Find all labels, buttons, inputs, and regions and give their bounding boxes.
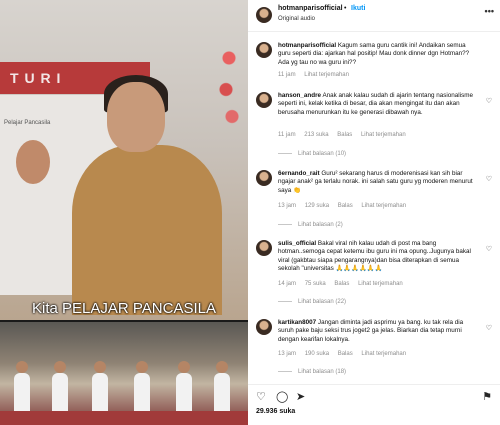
translate-link[interactable]: Lihat terjemahan: [361, 203, 406, 209]
avatar[interactable]: [256, 7, 272, 23]
separator-dot: •: [344, 5, 347, 12]
comment-likes[interactable]: 75 suka: [305, 281, 326, 287]
comment-username[interactable]: hanson_andre: [278, 92, 321, 99]
comment-text: sulis_official Bakal viral nih kalau uda…: [278, 240, 478, 274]
post-detail-panel: hotmanparisofficial • Ikuti Original aud…: [248, 0, 500, 425]
comment-username[interactable]: 6ernando_rait: [278, 170, 320, 177]
share-icon[interactable]: ➤: [296, 390, 305, 403]
more-horizontal-icon[interactable]: •••: [485, 6, 494, 16]
avatar[interactable]: [256, 42, 272, 58]
comment-time: 13 jam: [278, 351, 297, 357]
comment-meta: 13 jam 129 suka Balas Lihat terjemahan: [278, 203, 413, 209]
translate-link[interactable]: Lihat terjemahan: [358, 281, 403, 287]
desks: [0, 411, 248, 425]
audio-link[interactable]: Original audio: [278, 16, 315, 22]
caption-time: 11 jam: [278, 72, 296, 78]
post-video[interactable]: T U R I Pelajar Pancasila Kita PELAJAR P…: [0, 0, 248, 425]
video-frame-teacher: T U R I Pelajar Pancasila: [0, 0, 248, 320]
student: [92, 361, 108, 411]
post-header: hotmanparisofficial • Ikuti Original aud…: [248, 0, 500, 32]
avatar[interactable]: [256, 240, 272, 256]
view-replies-button[interactable]: Lihat balasan (22): [278, 299, 346, 305]
bookmark-icon[interactable]: ⚑: [482, 390, 492, 403]
student: [214, 361, 230, 411]
comment-meta: 13 jam 190 suka Balas Lihat terjemahan: [278, 351, 413, 357]
comment-likes[interactable]: 190 suka: [305, 351, 329, 357]
comment-icon[interactable]: ◯: [276, 390, 288, 403]
like-comment-heart-icon[interactable]: ♡: [486, 97, 492, 105]
translate-link[interactable]: Lihat terjemahan: [361, 132, 406, 138]
comment-meta: 14 jam 75 suka Balas Lihat terjemahan: [278, 281, 410, 287]
video-caption: Kita PELAJAR PANCASILA: [32, 300, 216, 317]
video-frame-classroom: [0, 322, 248, 425]
comment-likes[interactable]: 129 suka: [305, 203, 329, 209]
reply-button[interactable]: Balas: [338, 351, 353, 357]
wall-decoration: [214, 40, 244, 130]
reply-button[interactable]: Balas: [334, 281, 349, 287]
avatar[interactable]: [256, 170, 272, 186]
comment-time: 14 jam: [278, 281, 297, 287]
follow-button[interactable]: Ikuti: [351, 5, 365, 12]
comment-text: hanson_andre Anak anak kalau sudah di aj…: [278, 92, 478, 117]
student: [52, 361, 68, 411]
view-replies-button[interactable]: Lihat balasan (10): [278, 151, 346, 157]
view-replies-button[interactable]: Lihat balasan (18): [278, 369, 346, 375]
caption-meta: 11 jam Lihat terjemahan: [278, 72, 356, 78]
student: [176, 361, 192, 411]
like-comment-heart-icon[interactable]: ♡: [486, 245, 492, 253]
comment-text: kartikan8007 Jangan diminta jadi asprimu…: [278, 319, 478, 344]
reply-button[interactable]: Balas: [337, 132, 352, 138]
view-replies-button[interactable]: Lihat balasan (2): [278, 222, 343, 228]
comment-likes[interactable]: 213 suka: [304, 132, 328, 138]
teacher-figure: [72, 145, 222, 315]
board-text: Pelajar Pancasila: [4, 120, 51, 126]
caption-username[interactable]: hotmanparisofficial: [278, 42, 336, 49]
likes-count[interactable]: 29.936 suka: [256, 408, 295, 415]
like-comment-heart-icon[interactable]: ♡: [486, 324, 492, 332]
comment-text: 6ernando_rait Guru² sekarang harus di mo…: [278, 170, 478, 195]
translate-link[interactable]: Lihat terjemahan: [304, 72, 349, 78]
teacher-head: [107, 82, 165, 152]
student: [14, 361, 30, 411]
heart-icon[interactable]: ♡: [256, 390, 266, 403]
avatar[interactable]: [256, 92, 272, 108]
raised-fist: [16, 140, 50, 184]
student: [134, 361, 150, 411]
caption-text: hotmanparisofficial Kagum sama guru cant…: [278, 42, 478, 67]
post-actions: ♡ ◯ ➤ ⚑: [248, 384, 500, 404]
comment-time: 11 jam: [278, 132, 296, 138]
comment-meta: 11 jam 213 suka Balas Lihat terjemahan: [278, 132, 413, 138]
avatar[interactable]: [256, 319, 272, 335]
banner-text: T U R I: [10, 70, 62, 86]
comment-username[interactable]: kartikan8007: [278, 319, 316, 326]
comment-time: 13 jam: [278, 203, 297, 209]
comment-username[interactable]: sulis_official: [278, 240, 316, 247]
reply-button[interactable]: Balas: [338, 203, 353, 209]
like-comment-heart-icon[interactable]: ♡: [486, 175, 492, 183]
translate-link[interactable]: Lihat terjemahan: [361, 351, 406, 357]
author-username[interactable]: hotmanparisofficial: [278, 5, 343, 12]
